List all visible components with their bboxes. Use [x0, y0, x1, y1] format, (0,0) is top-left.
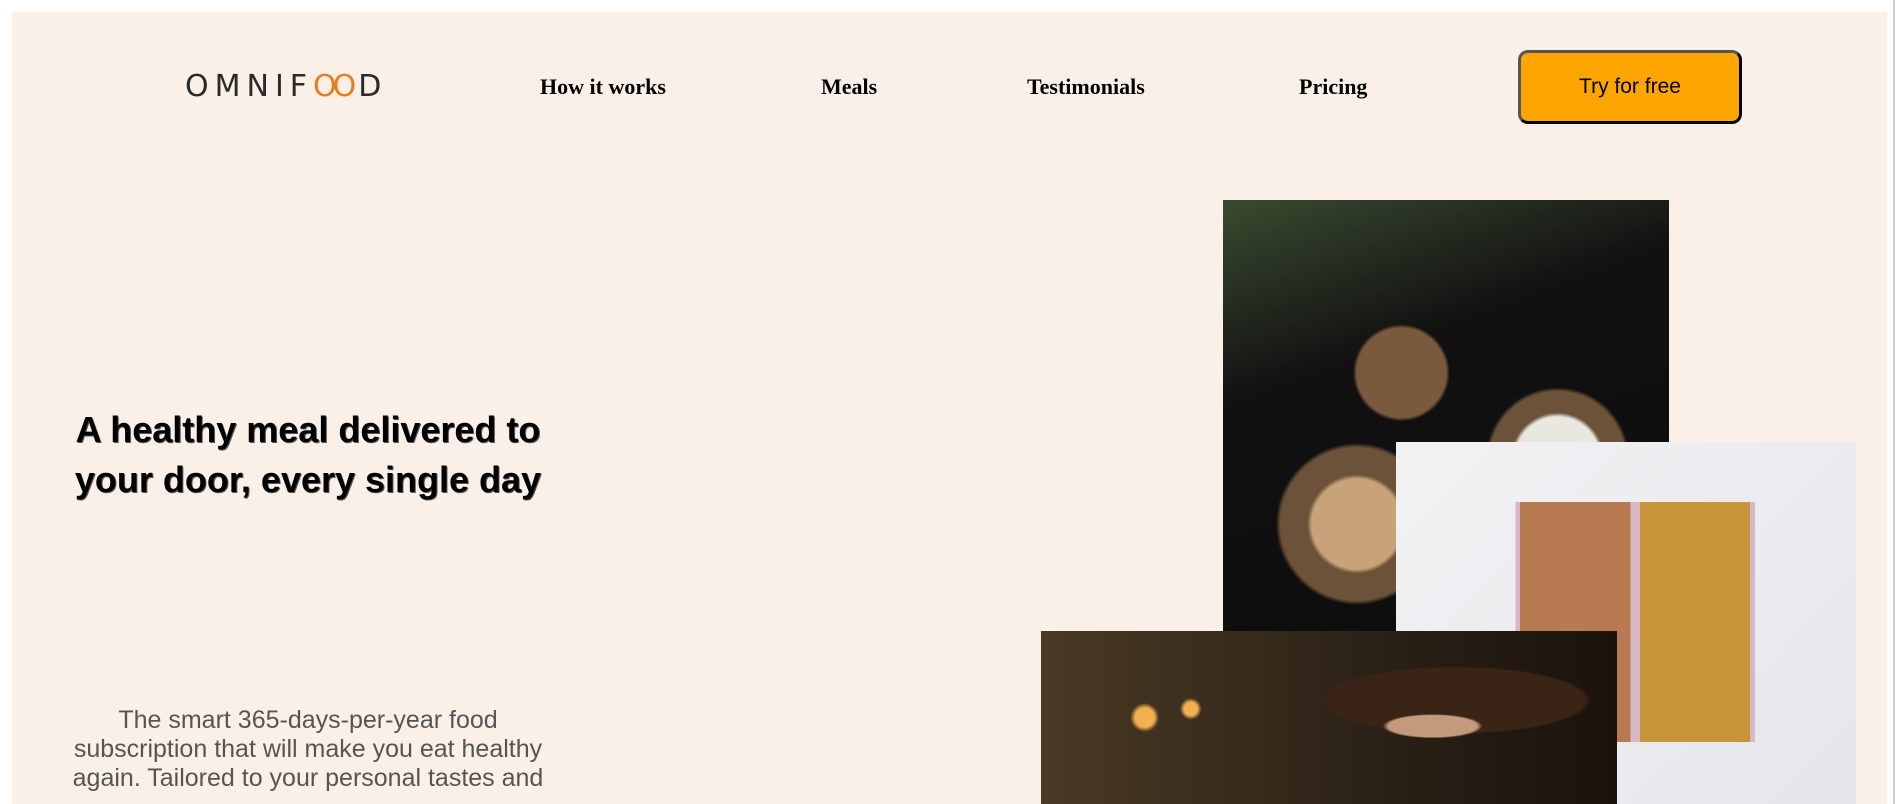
infinity-logo-icon: OO — [313, 68, 356, 104]
hero-title: A healthy meal delivered to your door, e… — [74, 409, 542, 500]
scrollbar[interactable] — [1893, 0, 1895, 804]
nav-testimonials[interactable]: Testimonials — [1027, 74, 1145, 100]
hero-description: The smart 365-days-per-year food subscri… — [72, 706, 544, 792]
logo-text-end: D — [358, 68, 388, 104]
omnifood-logo[interactable]: OMNIF OO D — [185, 68, 388, 104]
try-for-free-button[interactable]: Try for free — [1518, 50, 1742, 124]
logo-text-start: OMNIF — [185, 68, 314, 104]
nav-pricing[interactable]: Pricing — [1299, 74, 1367, 100]
hero-image-woman-eating — [1041, 631, 1617, 804]
nav-how-it-works[interactable]: How it works — [540, 74, 666, 100]
nav-meals[interactable]: Meals — [821, 74, 877, 100]
